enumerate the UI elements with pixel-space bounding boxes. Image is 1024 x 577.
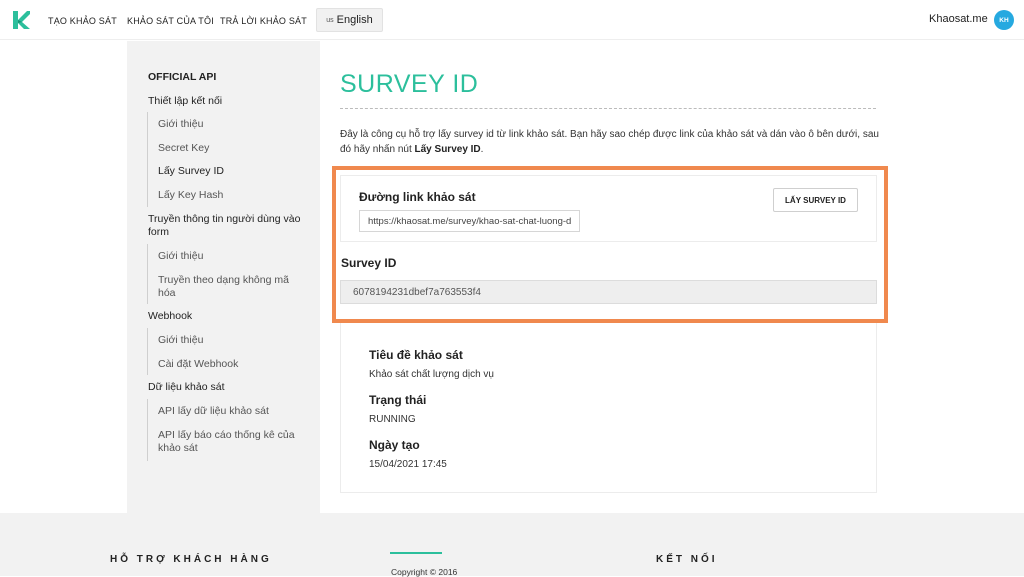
sidebar-section-webhook[interactable]: Webhook: [148, 310, 192, 323]
sidebar-divider: [147, 328, 148, 375]
sidebar-item-intro-3[interactable]: Giới thiệu: [158, 334, 203, 347]
footer: [0, 513, 1024, 576]
survey-status-value: RUNNING: [369, 414, 416, 425]
intro-bold-action: Lấy Survey ID: [414, 143, 481, 155]
page-title: SURVEY ID: [340, 70, 479, 98]
language-label: English: [336, 14, 373, 26]
footer-support-heading: HỖ TRỢ KHÁCH HÀNG: [110, 554, 272, 565]
sidebar-item-data-api[interactable]: API lấy dữ liệu khảo sát: [158, 405, 269, 418]
sidebar-section-connection[interactable]: Thiết lập kết nối: [148, 95, 222, 108]
survey-title-value: Khảo sát chất lượng dịch vụ: [369, 369, 494, 380]
avatar[interactable]: KH: [994, 10, 1014, 30]
sidebar-section-survey-data[interactable]: Dữ liệu khảo sát: [148, 381, 224, 394]
nav-create-survey[interactable]: TẠO KHẢO SÁT: [48, 16, 117, 26]
sidebar-divider: [147, 244, 148, 304]
highlight-frame: [332, 166, 888, 323]
nav-my-surveys[interactable]: KHẢO SÁT CỦA TÔI: [127, 16, 214, 26]
sidebar-item-intro-2[interactable]: Giới thiệu: [158, 250, 203, 263]
sidebar-item-intro[interactable]: Giới thiệu: [158, 118, 203, 131]
sidebar-heading: OFFICIAL API: [148, 71, 217, 83]
sidebar-divider: [147, 112, 148, 207]
survey-title-label: Tiêu đề khảo sát: [369, 348, 463, 362]
survey-status-label: Trạng thái: [369, 393, 427, 407]
survey-created-value: 15/04/2021 17:45: [369, 459, 447, 470]
survey-created-label: Ngày tạo: [369, 438, 420, 452]
sidebar-item-key-hash[interactable]: Lấy Key Hash: [158, 189, 223, 202]
us-flag-icon: us: [326, 16, 334, 24]
sidebar-item-secret-key[interactable]: Secret Key: [158, 142, 209, 155]
sidebar-item-survey-id[interactable]: Lấy Survey ID: [158, 165, 224, 178]
footer-accent-rule: [390, 552, 442, 554]
footer-connect-heading: KẾT NỐI: [656, 554, 718, 565]
sidebar-item-report-api[interactable]: API lấy báo cáo thống kê của khảo sát: [158, 429, 303, 455]
intro-text: Đây là công cụ hỗ trợ lấy survey id từ l…: [340, 129, 879, 155]
sidebar-divider: [147, 399, 148, 461]
sidebar-item-webhook-settings[interactable]: Cài đặt Webhook: [158, 358, 238, 371]
title-divider: [340, 108, 876, 109]
khaosat-logo-icon[interactable]: [12, 10, 30, 30]
account-name[interactable]: Khaosat.me: [929, 13, 988, 25]
api-docs-sidebar: OFFICIAL API Thiết lập kết nối Giới thiệ…: [127, 41, 320, 513]
sidebar-item-unencrypted[interactable]: Truyền theo dạng không mã hóa: [158, 274, 298, 300]
nav-answer-surveys[interactable]: TRẢ LỜI KHẢO SÁT: [220, 16, 307, 26]
sidebar-section-user-info[interactable]: Truyền thông tin người dùng vào form: [148, 213, 303, 239]
top-navbar: TẠO KHẢO SÁT KHẢO SÁT CỦA TÔI TRẢ LỜI KH…: [0, 0, 1024, 40]
language-selector[interactable]: us English: [316, 8, 383, 32]
